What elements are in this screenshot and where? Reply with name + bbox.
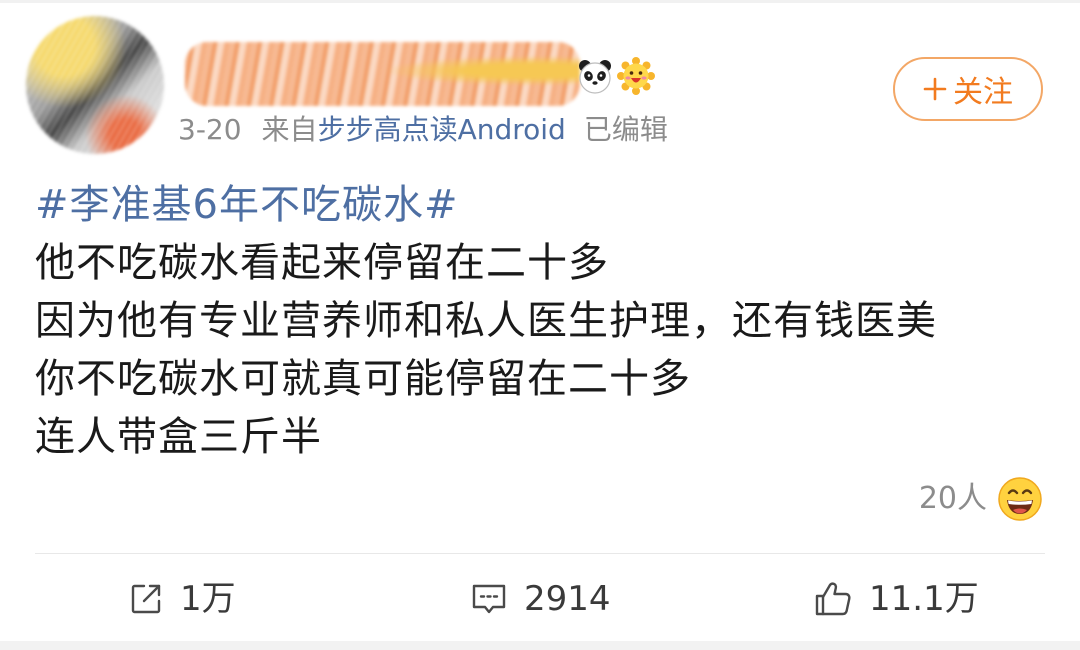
reaction-summary[interactable]: 20人: [919, 475, 1043, 523]
source-link[interactable]: 步步高点读Android: [318, 113, 566, 146]
hashtag-link[interactable]: #李准基6年不吃碳水#: [35, 176, 1045, 234]
follow-button[interactable]: 关注: [893, 57, 1043, 121]
top-edge: [0, 0, 1080, 3]
follow-label: 关注: [953, 75, 1013, 110]
sunflower-face-icon: [617, 57, 655, 95]
like-count: 11.1万: [869, 579, 979, 619]
like-button[interactable]: 11.1万: [813, 578, 979, 620]
comment-button[interactable]: 2914: [470, 578, 611, 620]
avatar[interactable]: [26, 16, 164, 154]
comment-count: 2914: [524, 579, 611, 619]
panda-face-icon: [576, 57, 614, 95]
plus-icon: [923, 77, 947, 101]
like-icon: [815, 582, 851, 616]
post-meta: 3-20 来自步步高点读Android 已编辑: [178, 112, 668, 148]
reaction-count: 20人: [918, 481, 987, 516]
source-prefix: 来自: [261, 113, 318, 146]
post-text-line: 你不吃碳水可就真可能停留在二十多: [35, 356, 691, 402]
post-text-line: 他不吃碳水看起来停留在二十多: [35, 240, 609, 286]
bottom-edge: [0, 641, 1080, 650]
share-button[interactable]: 1万: [128, 578, 236, 620]
share-icon: [131, 584, 161, 614]
comment-icon: [472, 584, 506, 614]
post-content: #李准基6年不吃碳水# 他不吃碳水看起来停留在二十多 因为他有专业营养师和私人医…: [35, 176, 1045, 466]
share-count: 1万: [180, 579, 236, 619]
divider: [35, 553, 1045, 554]
grinning-face-icon: [998, 477, 1042, 521]
edited-label: 已编辑: [583, 113, 668, 146]
post-date: 3-20: [178, 113, 242, 146]
post-text-line: 因为他有专业营养师和私人医生护理，还有钱医美: [35, 298, 937, 344]
post-text-line: 连人带盒三斤半: [35, 414, 322, 460]
username-obscured[interactable]: [185, 42, 580, 106]
